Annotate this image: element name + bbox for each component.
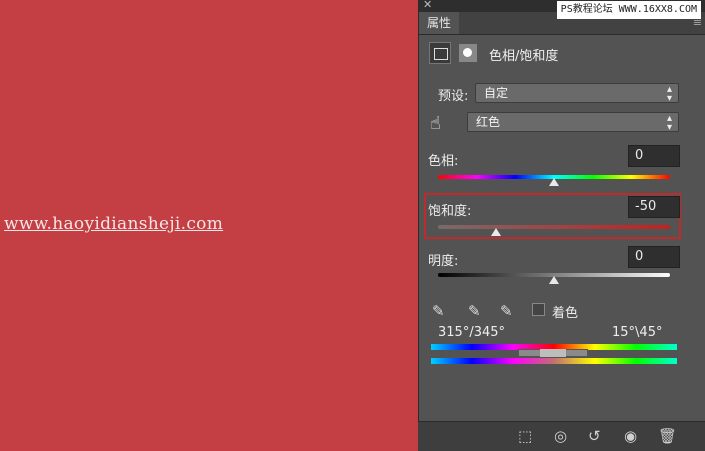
hue-saturation-icon[interactable] xyxy=(429,42,451,64)
site-watermark: PS教程论坛 WWW.16XX8.COM xyxy=(556,1,701,19)
panel-bottom-bar: ⬚ ◎ ↺ ◉ 🗑 xyxy=(418,421,705,451)
lightness-input[interactable]: 0 xyxy=(628,246,680,268)
preset-label: 预设: xyxy=(438,89,469,104)
tab-properties[interactable]: 属性 xyxy=(419,12,460,34)
saturation-label: 饱和度: xyxy=(428,204,472,219)
saturation-slider-thumb[interactable] xyxy=(491,228,501,236)
dropdown-arrows-icon: ▴ ▾ xyxy=(666,84,672,104)
adjustment-title: 色相/饱和度 xyxy=(489,49,559,64)
eyedropper-minus-icon[interactable]: ✎ xyxy=(500,302,513,320)
saturation-slider-track[interactable] xyxy=(438,225,670,229)
lightness-label: 明度: xyxy=(428,254,459,269)
eyedropper-icon[interactable]: ✎ xyxy=(432,302,445,320)
range-selector-center[interactable] xyxy=(540,349,566,357)
delete-icon[interactable]: 🗑 xyxy=(658,427,677,445)
colorize-label: 着色 xyxy=(552,306,579,321)
close-icon[interactable]: ✕ xyxy=(423,0,432,11)
range-left-readout: 315°/345° xyxy=(438,325,506,340)
clip-to-layer-icon[interactable]: ⬚ xyxy=(518,427,532,445)
preset-value: 自定 xyxy=(484,86,509,100)
reset-icon[interactable]: ↺ xyxy=(588,427,601,445)
hue-input[interactable]: 0 xyxy=(628,145,680,167)
output-spectrum-bar xyxy=(431,358,677,364)
lightness-slider-thumb[interactable] xyxy=(549,276,559,284)
document-canvas[interactable]: www.haoyidiansheji.com xyxy=(0,0,418,450)
channel-value: 红色 xyxy=(476,115,501,129)
colorize-checkbox[interactable] xyxy=(532,303,545,316)
channel-dropdown[interactable]: 红色 ▴ ▾ xyxy=(467,112,679,133)
hue-slider-thumb[interactable] xyxy=(549,178,559,186)
hue-label: 色相: xyxy=(428,154,459,169)
view-previous-icon[interactable]: ◎ xyxy=(554,427,567,445)
mask-icon[interactable] xyxy=(459,44,477,62)
visibility-icon[interactable]: ◉ xyxy=(624,427,637,445)
eyedropper-plus-icon[interactable]: ✎ xyxy=(468,302,481,320)
preset-dropdown[interactable]: 自定 ▴ ▾ xyxy=(475,83,679,104)
canvas-watermark-text: www.haoyidiansheji.com xyxy=(4,214,224,234)
hand-targeted-adjustment-icon[interactable]: ☝ xyxy=(430,113,441,134)
dropdown-arrows-icon: ▴ ▾ xyxy=(666,113,672,133)
saturation-input[interactable]: -50 xyxy=(628,196,680,218)
range-right-readout: 15°\45° xyxy=(612,325,663,340)
